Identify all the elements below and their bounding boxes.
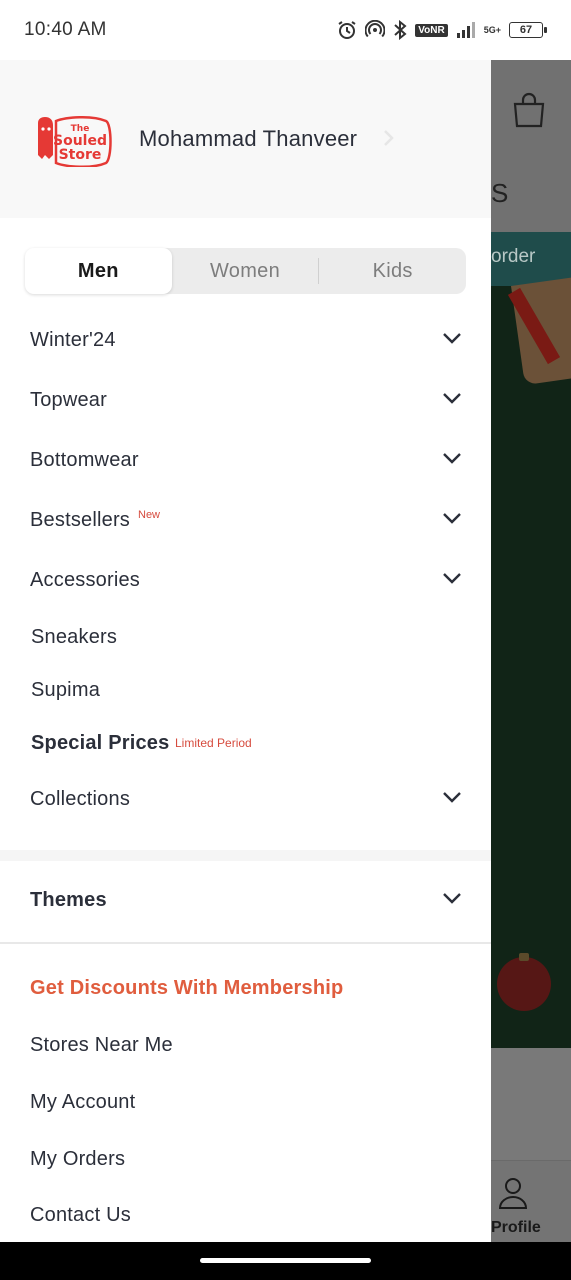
signal-icon bbox=[456, 22, 476, 38]
network-type: 5G+ bbox=[483, 24, 501, 35]
system-nav-bar bbox=[0, 1242, 571, 1280]
status-icons: VoNR 5G+ 67 bbox=[337, 20, 547, 40]
ornament-image bbox=[497, 957, 551, 1011]
menu-label-winter: Winter'24 bbox=[30, 328, 116, 351]
background-lower bbox=[491, 1048, 571, 1160]
vonr-indicator: VoNR bbox=[415, 23, 448, 37]
chevron-down-icon[interactable] bbox=[441, 511, 463, 530]
tab-men[interactable]: Men bbox=[25, 248, 172, 294]
home-indicator[interactable] bbox=[200, 1258, 371, 1263]
menu-label-bestsellers: Bestsellers bbox=[30, 508, 131, 531]
background-page[interactable]: S order Profile bbox=[491, 60, 571, 1242]
menu-item-bottomwear[interactable]: Bottomwear bbox=[0, 440, 491, 480]
bluetooth-icon bbox=[393, 20, 407, 40]
chevron-right-icon[interactable] bbox=[383, 129, 395, 152]
menu-item-special-prices[interactable]: Special Prices Limited Period bbox=[0, 723, 491, 763]
profile-tab-label: Profile bbox=[491, 1219, 541, 1236]
souled-store-logo: The Souled Store bbox=[38, 116, 112, 167]
menu-item-themes[interactable]: Themes bbox=[0, 880, 491, 920]
membership-link-label: Get Discounts With Membership bbox=[30, 976, 344, 999]
menu-item-collections[interactable]: Collections bbox=[0, 779, 491, 819]
orders-link-label: My Orders bbox=[30, 1147, 126, 1170]
link-my-account[interactable]: My Account bbox=[0, 1082, 491, 1122]
account-link-label: My Account bbox=[30, 1090, 136, 1113]
menu-label-sneakers: Sneakers bbox=[31, 625, 118, 648]
link-my-orders[interactable]: My Orders bbox=[0, 1139, 491, 1179]
menu-label-bottomwear: Bottomwear bbox=[30, 448, 139, 471]
alarm-icon bbox=[337, 20, 357, 40]
new-badge: New bbox=[138, 509, 161, 521]
chevron-down-icon[interactable] bbox=[441, 331, 463, 350]
menu-label-collections: Collections bbox=[30, 787, 131, 810]
battery-icon: 67 bbox=[509, 22, 547, 38]
menu-item-winter[interactable]: Winter'24 bbox=[0, 320, 491, 360]
user-name[interactable]: Mohammad Thanveer bbox=[139, 126, 357, 152]
link-stores-near-me[interactable]: Stores Near Me bbox=[0, 1025, 491, 1065]
status-time: 10:40 AM bbox=[24, 19, 107, 40]
status-bar: 10:40 AM VoNR 5G+ 67 bbox=[0, 0, 571, 60]
chevron-down-icon[interactable] bbox=[441, 790, 463, 809]
background-header: S bbox=[491, 60, 571, 232]
menu-item-bestsellers[interactable]: Bestsellers New bbox=[0, 500, 491, 540]
logo-text-bottom: Store bbox=[59, 147, 102, 163]
menu-label-themes: Themes bbox=[30, 888, 107, 911]
link-contact-us[interactable]: Contact Us bbox=[0, 1195, 491, 1235]
chevron-down-icon[interactable] bbox=[441, 571, 463, 590]
menu-label-special-prices: Special Prices bbox=[31, 731, 170, 754]
stores-link-label: Stores Near Me bbox=[30, 1033, 173, 1056]
menu-label-supima: Supima bbox=[31, 678, 101, 701]
limited-period-badge: Limited Period bbox=[175, 736, 252, 750]
shopping-bag-icon bbox=[512, 92, 546, 133]
menu-label-accessories: Accessories bbox=[30, 568, 141, 591]
chevron-down-icon[interactable] bbox=[441, 891, 463, 910]
menu-item-supima[interactable]: Supima bbox=[0, 670, 491, 710]
background-heading-partial: S bbox=[491, 178, 509, 208]
profile-icon bbox=[497, 1176, 529, 1215]
background-strip: order bbox=[491, 232, 571, 286]
tab-kids[interactable]: Kids bbox=[319, 248, 466, 294]
navigation-drawer: The Souled Store Mohammad Thanveer Men W… bbox=[0, 60, 491, 1242]
link-membership[interactable]: Get Discounts With Membership bbox=[0, 968, 491, 1008]
menu-item-sneakers[interactable]: Sneakers bbox=[0, 617, 491, 657]
divider bbox=[0, 942, 491, 944]
menu-item-topwear[interactable]: Topwear bbox=[0, 380, 491, 420]
profile-header[interactable]: The Souled Store Mohammad Thanveer bbox=[0, 60, 491, 218]
background-tab-bar: Profile bbox=[491, 1160, 571, 1242]
hotspot-icon bbox=[365, 20, 386, 40]
ornament-cap bbox=[519, 953, 529, 961]
chevron-down-icon[interactable] bbox=[441, 451, 463, 470]
background-banner bbox=[491, 286, 571, 1048]
menu-item-accessories[interactable]: Accessories bbox=[0, 560, 491, 600]
chevron-down-icon[interactable] bbox=[441, 391, 463, 410]
section-separator bbox=[0, 850, 491, 861]
contact-link-label: Contact Us bbox=[30, 1203, 131, 1226]
menu-label-topwear: Topwear bbox=[30, 388, 107, 411]
tab-women[interactable]: Women bbox=[172, 248, 319, 294]
gender-tabs: Men Women Kids bbox=[25, 248, 466, 294]
